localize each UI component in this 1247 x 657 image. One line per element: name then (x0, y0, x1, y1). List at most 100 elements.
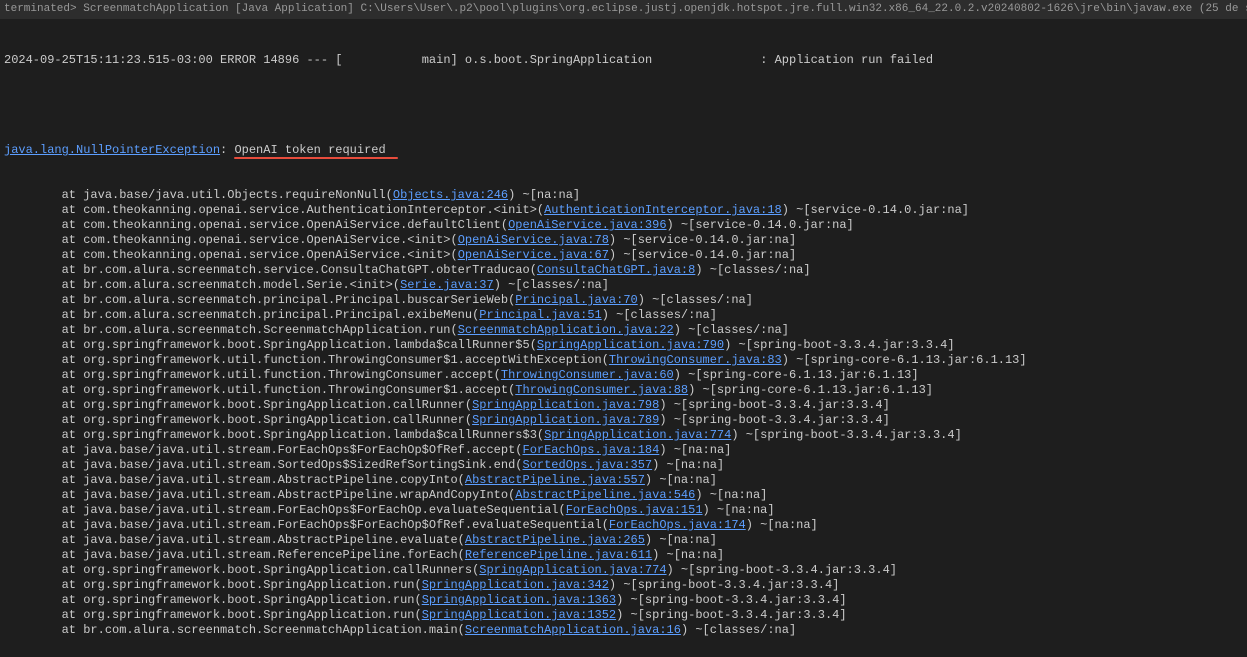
source-link[interactable]: SpringApplication.java:774 (479, 563, 666, 577)
source-link[interactable]: Principal.java:51 (479, 308, 601, 322)
frame-method: br.com.alura.screenmatch.model.Serie.<in… (83, 278, 400, 292)
source-link[interactable]: SpringApplication.java:790 (537, 338, 724, 352)
source-link[interactable]: OpenAiService.java:67 (458, 248, 609, 262)
frame-location: ) ~[spring-boot-3.3.4.jar:3.3.4] (616, 593, 846, 607)
frame-location: ) ~[spring-boot-3.3.4.jar:3.3.4] (667, 563, 897, 577)
console-output[interactable]: 2024-09-25T15:11:23.515-03:00 ERROR 1489… (0, 19, 1247, 657)
source-link[interactable]: Principal.java:70 (515, 293, 637, 307)
source-link[interactable]: SpringApplication.java:1352 (422, 608, 616, 622)
blank-line (4, 98, 1243, 113)
source-link[interactable]: Serie.java:37 (400, 278, 494, 292)
source-link[interactable]: ThrowingConsumer.java:83 (609, 353, 782, 367)
frame-method: br.com.alura.screenmatch.service.Consult… (83, 263, 537, 277)
stack-frame: at org.springframework.boot.SpringApplic… (4, 413, 1243, 428)
source-link[interactable]: SpringApplication.java:342 (422, 578, 609, 592)
source-link[interactable]: SpringApplication.java:798 (472, 398, 659, 412)
run-time: (25 de set. de 2024 15:10:14 – 15:11:24)… (1199, 3, 1247, 15)
frame-location: ) ~[service-0.14.0.jar:na] (782, 203, 969, 217)
stack-frame: at com.theokanning.openai.service.OpenAi… (4, 218, 1243, 233)
source-link[interactable]: ForEachOps.java:184 (523, 443, 660, 457)
frame-location: ) ~[service-0.14.0.jar:na] (667, 218, 854, 232)
frame-method: java.base/java.util.stream.ForEachOps$Fo… (83, 518, 609, 532)
source-link[interactable]: SpringApplication.java:1363 (422, 593, 616, 607)
frame-location: ) ~[classes/:na] (695, 263, 810, 277)
exception-class[interactable]: java.lang.NullPointerException (4, 143, 220, 157)
frame-method: org.springframework.boot.SpringApplicati… (83, 338, 537, 352)
frame-location: ) ~[na:na] (652, 548, 724, 562)
frame-method: java.base/java.util.stream.SortedOps$Siz… (83, 458, 522, 472)
frame-location: ) ~[spring-boot-3.3.4.jar:3.3.4] (731, 428, 961, 442)
source-link[interactable]: ThrowingConsumer.java:60 (501, 368, 674, 382)
stack-frame: at br.com.alura.screenmatch.ScreenmatchA… (4, 623, 1243, 638)
stack-frame: at com.theokanning.openai.service.Authen… (4, 203, 1243, 218)
frame-method: org.springframework.boot.SpringApplicati… (83, 413, 472, 427)
log-level: ERROR (220, 53, 256, 67)
frame-location: ) ~[na:na] (508, 188, 580, 202)
stack-frame: at org.springframework.boot.SpringApplic… (4, 608, 1243, 623)
log-line: 2024-09-25T15:11:23.515-03:00 ERROR 1489… (4, 53, 1243, 68)
frame-location: ) ~[na:na] (645, 533, 717, 547)
frame-method: java.base/java.util.stream.AbstractPipel… (83, 533, 465, 547)
frame-method: java.base/java.util.stream.AbstractPipel… (83, 473, 465, 487)
frame-method: com.theokanning.openai.service.Authentic… (83, 203, 544, 217)
frame-location: ) ~[spring-core-6.1.13.jar:6.1.13] (782, 353, 1027, 367)
frame-method: com.theokanning.openai.service.OpenAiSer… (83, 218, 508, 232)
stack-trace: at java.base/java.util.Objects.requireNo… (4, 188, 1243, 638)
frame-location: ) ~[classes/:na] (602, 308, 717, 322)
frame-location: ) ~[spring-core-6.1.13.jar:6.1.13] (688, 383, 933, 397)
source-link[interactable]: AuthenticationInterceptor.java:18 (544, 203, 782, 217)
exception-line: java.lang.NullPointerException: OpenAI t… (4, 143, 1243, 158)
frame-method: org.springframework.util.function.Throwi… (83, 383, 515, 397)
exception-sep: : (220, 143, 234, 157)
frame-location: ) ~[na:na] (645, 473, 717, 487)
source-link[interactable]: ThrowingConsumer.java:88 (515, 383, 688, 397)
frame-method: org.springframework.boot.SpringApplicati… (83, 593, 421, 607)
frame-method: br.com.alura.screenmatch.principal.Princ… (83, 308, 479, 322)
frame-method: org.springframework.boot.SpringApplicati… (83, 563, 479, 577)
source-link[interactable]: AbstractPipeline.java:265 (465, 533, 645, 547)
frame-method: java.base/java.util.stream.ForEachOps$Fo… (83, 443, 522, 457)
source-link[interactable]: OpenAiService.java:78 (458, 233, 609, 247)
stack-frame: at org.springframework.boot.SpringApplic… (4, 578, 1243, 593)
frame-method: org.springframework.boot.SpringApplicati… (83, 578, 421, 592)
source-link[interactable]: AbstractPipeline.java:546 (515, 488, 695, 502)
frame-location: ) ~[na:na] (652, 458, 724, 472)
frame-method: java.base/java.util.stream.ReferencePipe… (83, 548, 465, 562)
frame-location: ) ~[spring-boot-3.3.4.jar:3.3.4] (616, 608, 846, 622)
frame-location: ) ~[na:na] (695, 488, 767, 502)
frame-location: ) ~[spring-core-6.1.13.jar:6.1.13] (674, 368, 919, 382)
source-link[interactable]: ScreenmatchApplication.java:16 (465, 623, 681, 637)
stack-frame: at br.com.alura.screenmatch.ScreenmatchA… (4, 323, 1243, 338)
source-link[interactable]: ReferencePipeline.java:611 (465, 548, 652, 562)
source-link[interactable]: Objects.java:246 (393, 188, 508, 202)
frame-method: com.theokanning.openai.service.OpenAiSer… (83, 233, 457, 247)
frame-method: java.base/java.util.stream.ForEachOps$Fo… (83, 503, 565, 517)
source-link[interactable]: AbstractPipeline.java:557 (465, 473, 645, 487)
stack-frame: at com.theokanning.openai.service.OpenAi… (4, 233, 1243, 248)
frame-location: ) ~[classes/:na] (681, 623, 796, 637)
frame-method: org.springframework.boot.SpringApplicati… (83, 608, 421, 622)
source-link[interactable]: ForEachOps.java:151 (566, 503, 703, 517)
source-link[interactable]: OpenAiService.java:396 (508, 218, 666, 232)
source-link[interactable]: SpringApplication.java:789 (472, 413, 659, 427)
log-logger: o.s.boot.SpringApplication (465, 53, 652, 67)
source-link[interactable]: ForEachOps.java:174 (609, 518, 746, 532)
stack-frame: at java.base/java.util.stream.ForEachOps… (4, 443, 1243, 458)
log-sep: --- (306, 53, 328, 67)
exception-message: OpenAI token required (234, 143, 385, 157)
frame-location: ) ~[na:na] (659, 443, 731, 457)
terminated-label: terminated> (4, 3, 77, 15)
app-name: ScreenmatchApplication [Java Application… (83, 3, 354, 15)
frame-location: ) ~[classes/:na] (638, 293, 753, 307)
source-link[interactable]: ScreenmatchApplication.java:22 (458, 323, 674, 337)
source-link[interactable]: SortedOps.java:357 (523, 458, 653, 472)
stack-frame: at org.springframework.boot.SpringApplic… (4, 428, 1243, 443)
log-colon: : (760, 53, 767, 67)
log-thread: [ main] (335, 53, 457, 67)
frame-method: org.springframework.boot.SpringApplicati… (83, 398, 472, 412)
frame-method: br.com.alura.screenmatch.ScreenmatchAppl… (83, 323, 457, 337)
source-link[interactable]: SpringApplication.java:774 (544, 428, 731, 442)
source-link[interactable]: ConsultaChatGPT.java:8 (537, 263, 695, 277)
frame-method: java.base/java.util.Objects.requireNonNu… (83, 188, 393, 202)
frame-location: ) ~[service-0.14.0.jar:na] (609, 233, 796, 247)
